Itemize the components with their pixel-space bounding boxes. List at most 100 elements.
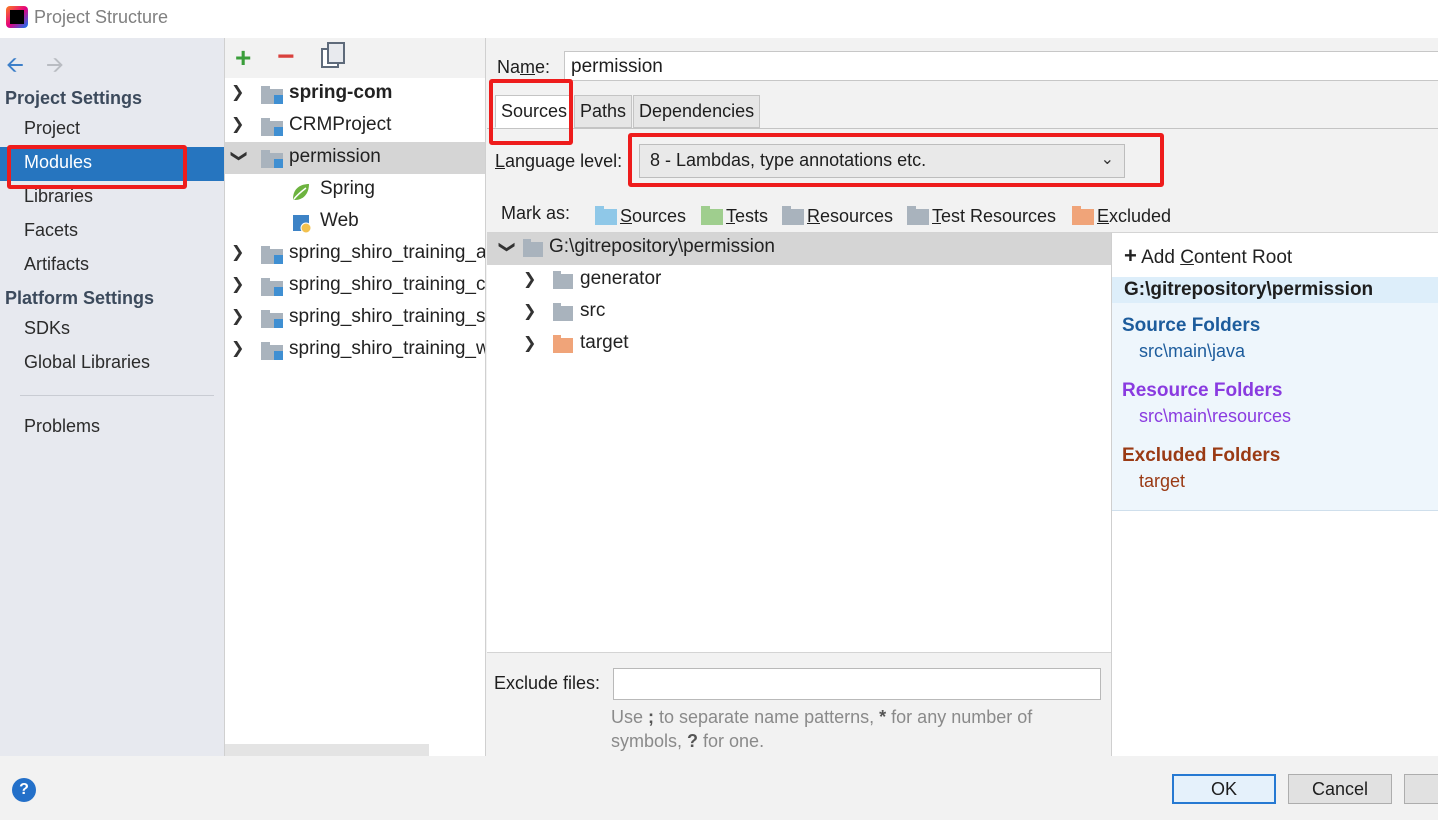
exclude-files-input[interactable] — [613, 668, 1101, 700]
module-label: spring_shiro_training_c — [289, 274, 486, 295]
module-name-input[interactable]: permission — [564, 51, 1438, 81]
module-row-spring-shiro-c[interactable]: ❯ spring_shiro_training_c — [225, 270, 486, 302]
tree-row-src[interactable]: ❯ src — [487, 297, 1111, 329]
add-module-icon[interactable]: + — [235, 42, 251, 74]
ok-button[interactable]: OK — [1172, 774, 1276, 804]
module-label: spring_shiro_training_s — [289, 306, 486, 327]
horizontal-scrollbar[interactable] — [225, 744, 429, 756]
resource-folder-item[interactable]: src\main\resources — [1139, 406, 1291, 427]
excluded-folder-icon — [1072, 206, 1094, 225]
chevron-down-icon: ⌄ — [1100, 151, 1114, 168]
module-row-spring-shiro-s[interactable]: ❯ spring_shiro_training_s — [225, 302, 486, 334]
forward-arrow-icon[interactable]: 🡪 — [46, 48, 64, 86]
sidebar-item-facets[interactable]: Facets — [24, 220, 78, 241]
chevron-right-icon[interactable]: ❯ — [231, 306, 244, 326]
remove-module-icon[interactable]: − — [277, 40, 295, 74]
module-label: spring-com — [289, 82, 393, 103]
module-icon — [261, 278, 283, 296]
name-label: Name: — [497, 57, 551, 77]
module-row-spring-shiro-a[interactable]: ❯ spring_shiro_training_a — [225, 238, 486, 270]
folder-label: generator — [580, 268, 662, 289]
chevron-right-icon[interactable]: ❯ — [523, 269, 536, 289]
module-row-spring-shiro-w[interactable]: ❯ spring_shiro_training_w — [225, 334, 486, 366]
excluded-folders-title: Excluded Folders — [1122, 445, 1281, 466]
copy-module-icon[interactable] — [321, 42, 345, 68]
tab-dependencies[interactable]: Dependencies — [633, 95, 761, 128]
title-bar: Project Structure — [0, 0, 1438, 38]
folder-icon — [523, 239, 543, 257]
sidebar-item-libraries[interactable]: Libraries — [24, 186, 93, 207]
content-root-card: G:\gitrepository\permission Source Folde… — [1112, 277, 1438, 511]
module-label: permission — [289, 146, 381, 167]
chevron-down-icon[interactable]: ❯ — [498, 240, 518, 253]
module-row-permission[interactable]: ❯ permission — [225, 142, 485, 174]
module-row-spring-com[interactable]: ❯ spring-com — [225, 78, 485, 110]
cancel-button[interactable]: Cancel — [1288, 774, 1392, 804]
module-label: spring_shiro_training_w — [289, 338, 486, 359]
chevron-right-icon[interactable]: ❯ — [231, 242, 244, 262]
settings-sidebar: 🡨 🡪 Project Settings Project Modules Lib… — [0, 38, 224, 756]
content-roots-panel: + Add Content Root G:\gitrepository\perm… — [1111, 232, 1438, 756]
tab-sources[interactable]: Sources — [495, 95, 574, 128]
module-row-crmproject[interactable]: ❯ CRMProject — [225, 110, 485, 142]
apply-button[interactable] — [1404, 774, 1438, 804]
module-settings-panel: Name: permission Sources Paths Dependenc… — [487, 38, 1438, 756]
content-root-label: G:\gitrepository\permission — [549, 236, 775, 257]
module-label: spring_shiro_training_a — [289, 242, 486, 263]
facet-label: Spring — [320, 178, 375, 199]
help-icon[interactable]: ? — [12, 778, 36, 802]
content-root-path: G:\gitrepository\permission — [1112, 277, 1438, 303]
module-icon — [261, 150, 283, 168]
add-content-root-button[interactable]: + Add Content Root — [1124, 243, 1292, 269]
excluded-folder-item[interactable]: target — [1139, 471, 1185, 492]
language-level-label: Language level: — [495, 151, 623, 171]
resource-folders-title: Resource Folders — [1122, 380, 1283, 401]
facet-row-spring[interactable]: Spring — [225, 174, 485, 206]
exclude-files-hint: Use ; to separate name patterns, * for a… — [611, 707, 1033, 751]
tabs-divider — [487, 128, 1438, 129]
folder-icon — [553, 303, 573, 321]
intellij-app-icon — [6, 6, 28, 28]
source-folders-title: Source Folders — [1122, 315, 1261, 336]
module-icon — [261, 86, 283, 104]
tree-row-target[interactable]: ❯ target — [487, 329, 1111, 361]
chevron-right-icon[interactable]: ❯ — [231, 114, 244, 134]
content-root-row[interactable]: ❯ G:\gitrepository\permission — [487, 233, 1111, 265]
module-toolbar: + − — [225, 38, 485, 78]
module-icon — [261, 310, 283, 328]
sidebar-item-modules[interactable]: Modules — [24, 152, 92, 173]
chevron-right-icon[interactable]: ❯ — [231, 82, 244, 102]
chevron-right-icon[interactable]: ❯ — [231, 338, 244, 358]
chevron-down-icon[interactable]: ❯ — [230, 149, 250, 162]
chevron-right-icon[interactable]: ❯ — [231, 274, 244, 294]
content-root-tree: ❯ G:\gitrepository\permission ❯ generato… — [487, 232, 1111, 652]
dialog-button-bar: ? OK Cancel — [0, 756, 1438, 820]
tree-row-generator[interactable]: ❯ generator — [487, 265, 1111, 297]
chevron-right-icon[interactable]: ❯ — [523, 301, 536, 321]
facet-label: Web — [320, 210, 359, 231]
sidebar-item-problems[interactable]: Problems — [24, 416, 100, 437]
sidebar-item-global-libraries[interactable]: Global Libraries — [24, 352, 150, 373]
module-icon — [261, 246, 283, 264]
back-arrow-icon[interactable]: 🡨 — [6, 48, 24, 86]
folder-label: target — [580, 332, 629, 353]
language-level-select[interactable]: 8 - Lambdas, type annotations etc. ⌄ — [639, 144, 1125, 178]
module-tree-panel: + − ❯ spring-com ❯ CRMProject ❯ permissi… — [224, 38, 486, 756]
sidebar-item-artifacts[interactable]: Artifacts — [24, 254, 89, 275]
language-level-value: 8 - Lambdas, type annotations etc. — [650, 150, 927, 170]
test-resources-folder-icon — [907, 206, 929, 225]
chevron-right-icon[interactable]: ❯ — [523, 333, 536, 353]
sidebar-divider — [20, 395, 214, 396]
excluded-folder-icon — [553, 335, 573, 353]
project-settings-header: Project Settings — [5, 88, 143, 108]
sidebar-item-sdks[interactable]: SDKs — [24, 318, 70, 339]
source-folder-item[interactable]: src\main\java — [1139, 341, 1245, 362]
facet-row-web[interactable]: Web — [225, 206, 485, 238]
module-icon — [261, 118, 283, 136]
exclude-files-section: Exclude files: Use ; to separate name pa… — [487, 652, 1111, 756]
spring-leaf-icon — [293, 184, 309, 200]
platform-settings-header: Platform Settings — [5, 288, 155, 308]
sidebar-item-project[interactable]: Project — [24, 118, 80, 139]
tab-paths[interactable]: Paths — [574, 95, 633, 128]
resources-folder-icon — [782, 206, 804, 225]
